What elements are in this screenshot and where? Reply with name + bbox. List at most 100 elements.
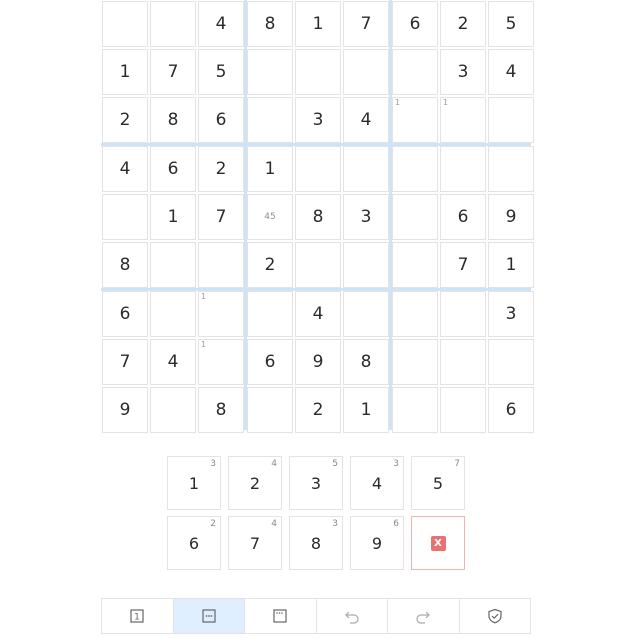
- sudoku-cell[interactable]: [392, 339, 438, 385]
- sudoku-cell[interactable]: 7: [343, 1, 389, 47]
- erase-button[interactable]: X: [411, 516, 465, 570]
- sudoku-cell[interactable]: [295, 146, 341, 192]
- sudoku-cell[interactable]: 1: [198, 291, 244, 337]
- sudoku-cell[interactable]: 7: [198, 194, 244, 240]
- sudoku-cell[interactable]: 45: [247, 194, 293, 240]
- sudoku-cell[interactable]: [343, 291, 389, 337]
- sudoku-cell[interactable]: [295, 242, 341, 288]
- digit-button[interactable]: 57: [411, 456, 465, 510]
- tool-center-notes[interactable]: [173, 599, 245, 633]
- redo-button[interactable]: [388, 599, 460, 633]
- digit-button[interactable]: 83: [289, 516, 343, 570]
- sudoku-cell[interactable]: 4: [295, 291, 341, 337]
- sudoku-cell[interactable]: [198, 242, 244, 288]
- sudoku-cell[interactable]: 8: [295, 194, 341, 240]
- sudoku-cell[interactable]: 6: [488, 387, 534, 433]
- sudoku-cell[interactable]: [150, 387, 196, 433]
- cell-value: 1: [312, 14, 324, 34]
- sudoku-cell[interactable]: 8: [247, 1, 293, 47]
- sudoku-cell[interactable]: 8: [150, 97, 196, 143]
- sudoku-cell[interactable]: [343, 242, 389, 288]
- digit-button[interactable]: 43: [350, 456, 404, 510]
- sudoku-cell[interactable]: 2: [440, 1, 486, 47]
- sudoku-cell[interactable]: 6: [198, 97, 244, 143]
- tool-single-mode[interactable]: 1: [102, 599, 174, 633]
- sudoku-cell[interactable]: 8: [343, 339, 389, 385]
- sudoku-cell[interactable]: 9: [295, 339, 341, 385]
- check-button[interactable]: [459, 599, 530, 633]
- sudoku-cell[interactable]: 5: [488, 1, 534, 47]
- sudoku-cell[interactable]: [247, 97, 293, 143]
- sudoku-cell[interactable]: 3: [343, 194, 389, 240]
- sudoku-cell[interactable]: [440, 291, 486, 337]
- digit-button[interactable]: 35: [289, 456, 343, 510]
- cell-value: 2: [457, 14, 469, 34]
- sudoku-cell[interactable]: 3: [295, 97, 341, 143]
- sudoku-cell[interactable]: [247, 387, 293, 433]
- sudoku-cell[interactable]: [392, 49, 438, 95]
- sudoku-cell[interactable]: 7: [102, 339, 148, 385]
- sudoku-cell[interactable]: [392, 291, 438, 337]
- digit-button[interactable]: 62: [167, 516, 221, 570]
- sudoku-cell[interactable]: 7: [440, 242, 486, 288]
- sudoku-cell[interactable]: [247, 291, 293, 337]
- sudoku-cell[interactable]: [440, 387, 486, 433]
- sudoku-cell[interactable]: 1: [488, 242, 534, 288]
- sudoku-cell[interactable]: [392, 146, 438, 192]
- sudoku-cell[interactable]: 1: [102, 49, 148, 95]
- sudoku-cell[interactable]: [392, 194, 438, 240]
- sudoku-cell[interactable]: 6: [150, 146, 196, 192]
- sudoku-cell[interactable]: 4: [198, 1, 244, 47]
- sudoku-cell[interactable]: 1: [392, 97, 438, 143]
- sudoku-cell[interactable]: [392, 242, 438, 288]
- sudoku-cell[interactable]: 3: [440, 49, 486, 95]
- sudoku-cell[interactable]: [440, 146, 486, 192]
- sudoku-cell[interactable]: 2: [247, 242, 293, 288]
- sudoku-cell[interactable]: [150, 291, 196, 337]
- sudoku-cell[interactable]: 1: [198, 339, 244, 385]
- sudoku-cell[interactable]: [247, 49, 293, 95]
- undo-button[interactable]: [316, 599, 388, 633]
- sudoku-cell[interactable]: [343, 146, 389, 192]
- sudoku-cell[interactable]: 4: [488, 49, 534, 95]
- sudoku-cell[interactable]: 2: [102, 97, 148, 143]
- sudoku-cell[interactable]: 1: [247, 146, 293, 192]
- sudoku-cell[interactable]: 4: [343, 97, 389, 143]
- sudoku-cell[interactable]: [488, 97, 534, 143]
- sudoku-cell[interactable]: 2: [295, 387, 341, 433]
- sudoku-cell[interactable]: 4: [102, 146, 148, 192]
- sudoku-cell[interactable]: 4: [150, 339, 196, 385]
- sudoku-cell[interactable]: [102, 1, 148, 47]
- sudoku-cell[interactable]: 1: [150, 194, 196, 240]
- sudoku-cell[interactable]: 1: [295, 1, 341, 47]
- sudoku-cell[interactable]: 9: [102, 387, 148, 433]
- sudoku-cell[interactable]: [150, 1, 196, 47]
- sudoku-cell[interactable]: [392, 387, 438, 433]
- sudoku-cell[interactable]: 6: [247, 339, 293, 385]
- sudoku-cell[interactable]: [150, 242, 196, 288]
- sudoku-cell[interactable]: 1: [343, 387, 389, 433]
- sudoku-cell[interactable]: [488, 339, 534, 385]
- digit-button[interactable]: 74: [228, 516, 282, 570]
- sudoku-cell[interactable]: 2: [198, 146, 244, 192]
- tool-corner-notes[interactable]: [245, 599, 317, 633]
- sudoku-cell[interactable]: [295, 49, 341, 95]
- digit-button[interactable]: 24: [228, 456, 282, 510]
- sudoku-cell[interactable]: 8: [102, 242, 148, 288]
- digit-button[interactable]: 13: [167, 456, 221, 510]
- sudoku-cell[interactable]: 6: [392, 1, 438, 47]
- sudoku-cell[interactable]: [343, 49, 389, 95]
- sudoku-cell[interactable]: 7: [150, 49, 196, 95]
- digit-label: 3: [310, 473, 322, 493]
- sudoku-cell[interactable]: 8: [198, 387, 244, 433]
- sudoku-cell[interactable]: 5: [198, 49, 244, 95]
- sudoku-cell[interactable]: [440, 339, 486, 385]
- sudoku-cell[interactable]: 3: [488, 291, 534, 337]
- sudoku-cell[interactable]: 9: [488, 194, 534, 240]
- sudoku-cell[interactable]: 6: [440, 194, 486, 240]
- sudoku-cell[interactable]: 1: [440, 97, 486, 143]
- sudoku-cell[interactable]: [488, 146, 534, 192]
- sudoku-cell[interactable]: [102, 194, 148, 240]
- sudoku-cell[interactable]: 6: [102, 291, 148, 337]
- digit-button[interactable]: 96: [350, 516, 404, 570]
